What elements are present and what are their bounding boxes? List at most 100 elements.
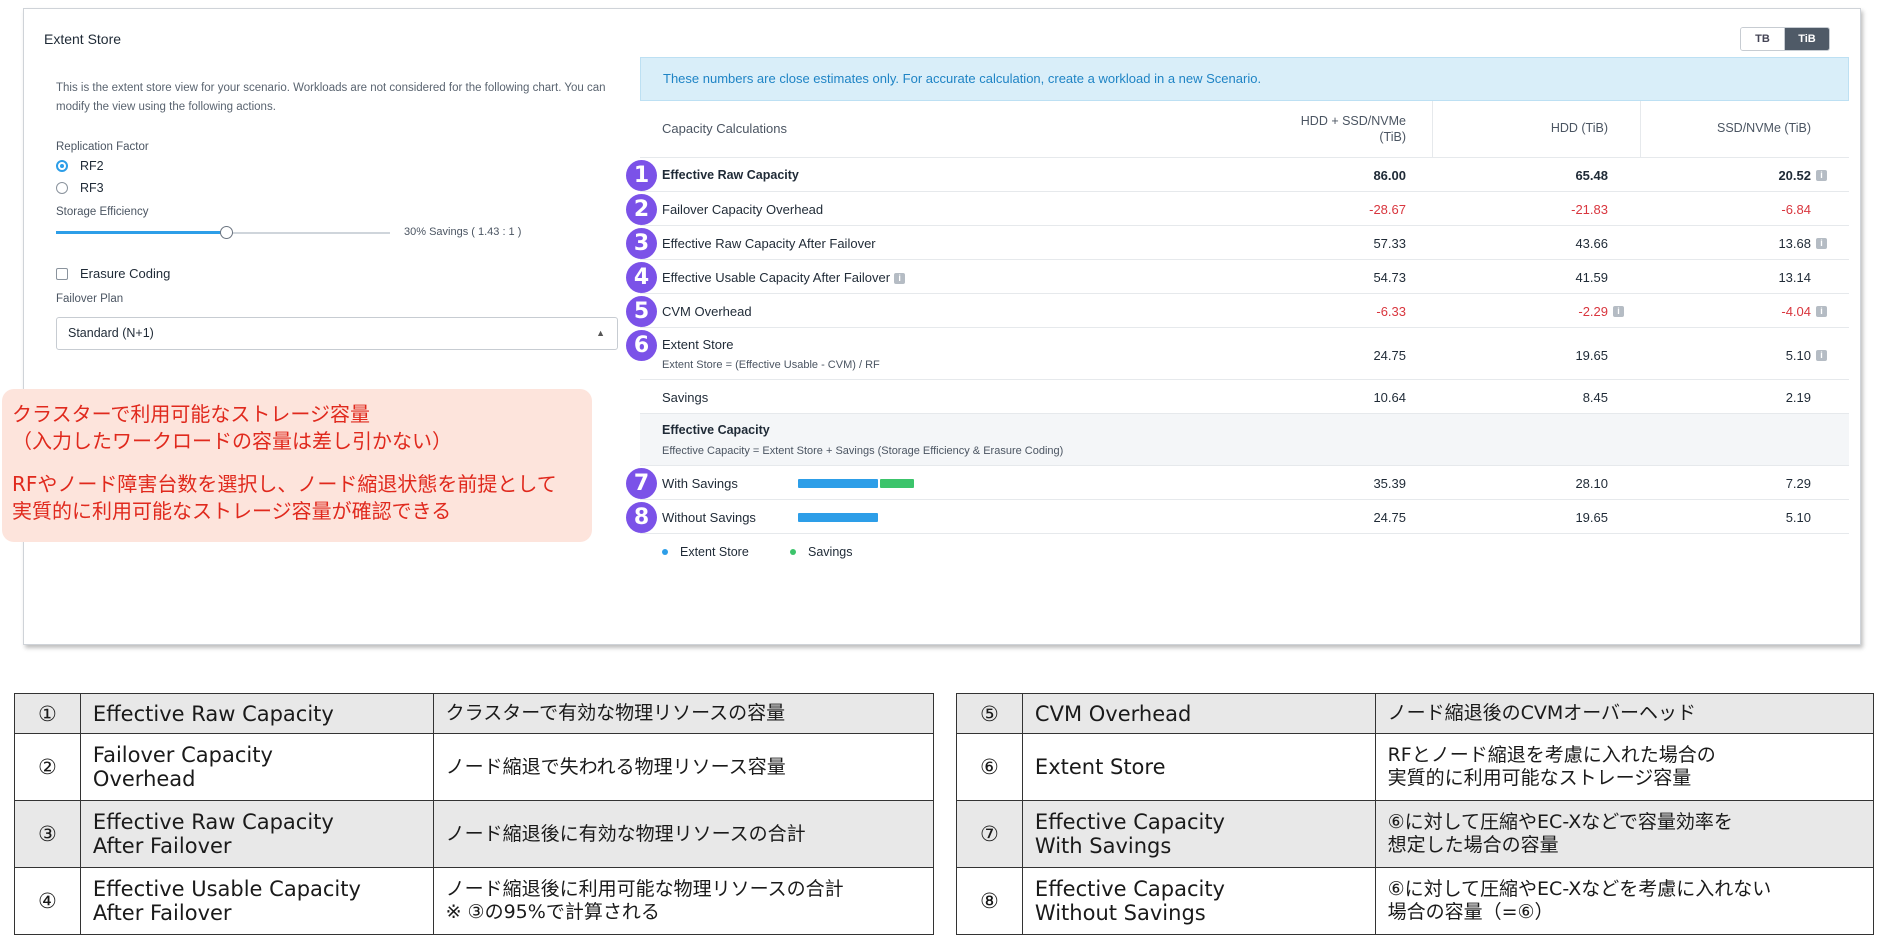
storage-efficiency-slider[interactable] (56, 226, 390, 239)
info-icon[interactable]: i (1816, 350, 1827, 361)
info-icon[interactable]: i (1613, 306, 1624, 317)
callout-line: クラスターで利用可能なストレージ容量 (12, 402, 370, 426)
row-name: CVM Overhead (662, 304, 752, 319)
row-value-total: 10.64 (1373, 390, 1406, 405)
step-badge: 7 (626, 468, 657, 499)
legend-desc: ノード縮退で失われる物理リソース容量 (432, 733, 935, 801)
rf2-radio-row[interactable]: RF2 (56, 159, 104, 173)
row-value-ssd-text: -4.04 (1781, 304, 1811, 319)
info-icon[interactable]: i (1816, 170, 1827, 181)
row-value-hdd: -2.29 i (1578, 304, 1624, 319)
storage-efficiency-label: Storage Efficiency (56, 206, 149, 218)
row-formula: Extent Store = (Effective Usable - CVM) … (662, 359, 880, 371)
explanation-callout: クラスターで利用可能なストレージ容量 （入力したワークロードの容量は差し引かない… (2, 389, 592, 542)
legend-desc: RFとノード縮退を考慮に入れた場合の 実質的に利用可能なストレージ容量 (1374, 733, 1875, 801)
legend-desc-line: 実質的に利用可能なストレージ容量 (1387, 767, 1692, 789)
legend-desc-line: ※ ③の95%で計算される (445, 901, 660, 923)
legend-desc-line: 場合の容量（=⑥） (1387, 901, 1554, 923)
info-icon[interactable]: i (894, 273, 906, 285)
legend-row: ① Effective Raw Capacity クラスターで有効な物理リソース… (14, 693, 935, 734)
chart-legend: Extent Store Savings (640, 534, 1849, 568)
legend-term: Failover Capacity Overhead (79, 733, 434, 801)
row-value-ssd-text: 5.10 (1785, 348, 1811, 363)
legend-term: Effective Raw Capacity After Failover (79, 800, 434, 868)
legend-term-line: Effective Usable Capacity (92, 877, 361, 901)
unit-toggle: TB TiB (1740, 27, 1830, 51)
capacity-table: Capacity Calculations HDD + SSD/NVMe (Ti… (626, 101, 1849, 568)
failover-plan-select[interactable]: Standard (N+1) ▲ (56, 317, 618, 350)
row-name: With Savings (662, 476, 738, 491)
header-col-total: HDD + SSD/NVMe (TiB) (1301, 113, 1406, 145)
step-badge: 6 (626, 330, 657, 361)
erasure-coding-row[interactable]: Erasure Coding (56, 266, 170, 281)
legend-term-line: Failover Capacity (92, 743, 273, 767)
legend-num: ⑤ (956, 693, 1023, 734)
legend-num: ③ (14, 800, 81, 868)
step-badge: 2 (626, 194, 657, 225)
legend-dot-blue (662, 549, 668, 555)
rf3-radio[interactable] (56, 182, 68, 194)
legend-term-line: Effective Capacity (1034, 810, 1225, 834)
row-value-ssd: 13.14 (1778, 270, 1811, 285)
table-row: 4 Effective Usable Capacity After Failov… (626, 260, 1849, 294)
step-badge: 1 (626, 160, 657, 191)
row-name: Effective Usable Capacity After Failover… (662, 270, 906, 285)
row-name: Without Savings (662, 510, 756, 525)
rf2-radio[interactable] (56, 160, 68, 172)
info-icon[interactable]: i (1816, 238, 1827, 249)
legend-num: ④ (14, 867, 81, 935)
bar-savings (880, 479, 914, 488)
info-icon[interactable]: i (1816, 306, 1827, 317)
table-row: 8 Without Savings 24.75 19.65 5.10 (626, 500, 1849, 534)
row-value-hdd: 19.65 (1575, 510, 1608, 525)
legend-term: Effective Capacity With Savings (1021, 800, 1376, 868)
legend-row: ⑦ Effective Capacity With Savings ⑥に対して圧縮… (956, 800, 1875, 868)
row-value-total: 35.39 (1373, 476, 1406, 491)
header-col-total-line1: HDD + SSD/NVMe (1300, 114, 1406, 128)
legend-desc: ノード縮退後に有効な物理リソースの合計 (432, 800, 935, 868)
row-value-total: 57.33 (1373, 236, 1406, 251)
row-value-hdd: -21.83 (1571, 202, 1608, 217)
legend-desc-line: ノード縮退後に利用可能な物理リソースの合計 (445, 878, 844, 900)
unit-tib-button[interactable]: TiB (1785, 28, 1829, 50)
legend-term: Effective Usable Capacity After Failover (79, 867, 434, 935)
legend-desc-line: RFとノード縮退を考慮に入れた場合の (1387, 744, 1716, 766)
row-value-hdd: 41.59 (1575, 270, 1608, 285)
row-value-ssd: 13.68 i (1778, 236, 1827, 251)
legend-desc: ⑥に対して圧縮やEC-Xなどを考慮に入れない 場合の容量（=⑥） (1374, 867, 1875, 935)
estimate-notice: These numbers are close estimates only. … (640, 57, 1849, 101)
legend-term: Effective Raw Capacity (79, 693, 434, 734)
erasure-coding-checkbox[interactable] (56, 267, 68, 280)
legend-desc: ⑥に対して圧縮やEC-Xなどで容量効率を 想定した場合の容量 (1374, 800, 1875, 868)
rf3-radio-row[interactable]: RF3 (56, 181, 104, 195)
legend-term-line: Without Savings (1034, 901, 1206, 925)
row-value-ssd: 2.19 (1785, 390, 1811, 405)
panel-title: Extent Store (44, 31, 122, 47)
legend-row: ② Failover Capacity Overhead ノード縮退で失われる物理… (14, 733, 935, 801)
legend-term-line: Effective Raw Capacity (92, 810, 334, 834)
slider-thumb[interactable] (220, 226, 233, 239)
failover-plan-value: Standard (N+1) (68, 326, 154, 340)
row-value-total: 24.75 (1373, 348, 1406, 363)
table-row: 6 Extent Store Extent Store = (Effective… (626, 328, 1849, 380)
legend-table-left: ① Effective Raw Capacity クラスターで有効な物理リソース… (14, 693, 935, 935)
row-value-ssd-text: 13.68 (1778, 236, 1811, 251)
row-value-total: -6.33 (1376, 304, 1406, 319)
row-name: Effective Raw Capacity After Failover (662, 236, 876, 251)
table-row: Savings 10.64 8.45 2.19 (640, 380, 1849, 414)
row-value-hdd: 28.10 (1575, 476, 1608, 491)
row-value-ssd: 20.52 i (1778, 168, 1827, 183)
callout-line: RFやノード障害台数を選択し、ノード縮退状態を前提として (12, 472, 557, 496)
legend-row: ⑧ Effective Capacity Without Savings ⑥に対し… (956, 867, 1875, 935)
header-col-hdd: HDD (TiB) (1550, 121, 1608, 135)
row-name: Effective Raw Capacity (662, 168, 799, 182)
legend-extent-store: Extent Store (662, 545, 749, 559)
header-col-total-line2: (TiB) (1379, 130, 1406, 144)
step-badge: 8 (626, 502, 657, 533)
section-formula: Effective Capacity = Extent Store + Savi… (662, 445, 1064, 457)
unit-tb-button[interactable]: TB (1741, 28, 1785, 50)
row-value-hdd: 19.65 (1575, 348, 1608, 363)
col-divider (1432, 101, 1433, 158)
row-value-total: 86.00 (1373, 168, 1406, 183)
failover-plan-label: Failover Plan (56, 293, 124, 305)
